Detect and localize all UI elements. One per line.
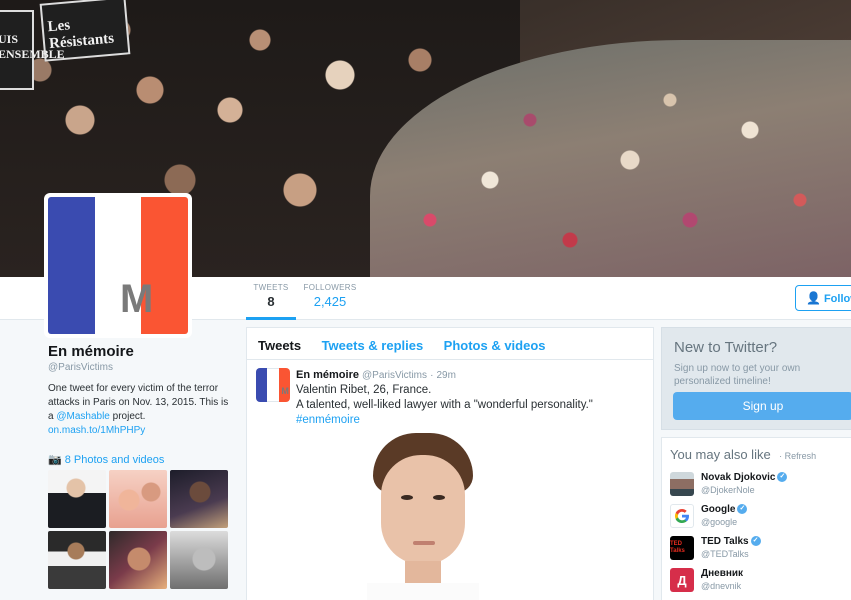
tab-tweets[interactable]: Tweets: [258, 338, 301, 353]
signup-heading: New to Twitter?: [674, 339, 778, 356]
signup-text: Sign up now to get your own personalized…: [674, 363, 801, 387]
tab-photos-videos[interactable]: Photos & videos: [444, 338, 546, 353]
photos-videos-label: 8 Photos and videos: [64, 454, 165, 466]
followers-count-value: 2,425: [313, 294, 347, 309]
ted-logo-icon: TED Talks: [670, 536, 694, 560]
tweet-body: En mémoire @ParisVictims · 29m Valentin …: [296, 368, 653, 428]
refresh-label: Refresh: [784, 451, 817, 461]
tab-tweets-replies[interactable]: Tweets & replies: [322, 338, 424, 353]
profile-name[interactable]: En mémoire: [48, 343, 233, 360]
suggested-account[interactable]: Д Дневник @dnevnik: [670, 568, 851, 592]
refresh-link[interactable]: · Refresh: [779, 451, 816, 461]
photo-thumbnail[interactable]: [48, 470, 106, 528]
account-name: TED Talks: [701, 536, 749, 547]
suggested-account[interactable]: Google ✓ @google: [670, 504, 851, 528]
avatar-letter: M: [120, 277, 154, 321]
account-handle: @TEDTalks: [701, 549, 749, 559]
verified-badge-icon: ✓: [750, 536, 761, 547]
photo-thumbnail[interactable]: [170, 531, 228, 589]
protest-sign-left: UIS ENSEMBLE: [0, 10, 65, 90]
verified-badge-icon: ✓: [777, 472, 788, 483]
profile-card: En mémoire @ParisVictims One tweet for e…: [48, 343, 233, 438]
camera-icon: 📷: [48, 454, 62, 466]
signup-module: New to Twitter? Sign up now to get your …: [661, 327, 851, 430]
tweet-avatar[interactable]: M: [256, 368, 290, 402]
account-name: Дневник: [701, 568, 744, 579]
timeline-tabs: Tweets Tweets & replies Photos & videos: [247, 328, 653, 360]
tweet-text-line1: Valentin Ribet, 26, France.: [296, 384, 432, 396]
dnevnik-logo-icon: Д: [670, 568, 694, 592]
photo-thumbnail[interactable]: [109, 470, 167, 528]
suggestions-module: You may also like · Refresh Novak Djokov…: [661, 437, 851, 600]
photo-thumbnail[interactable]: [109, 531, 167, 589]
tweet-avatar-letter: M: [281, 386, 289, 396]
followers-count-label: FOLLOWERS: [303, 283, 357, 292]
tweet-timestamp[interactable]: 29m: [436, 370, 455, 381]
tweet[interactable]: M En mémoire @ParisVictims · 29m Valenti…: [247, 360, 653, 428]
tweets-count-value: 8: [267, 294, 275, 309]
follow-button-label: Follow: [823, 293, 851, 305]
google-logo-icon: [670, 504, 694, 528]
signup-button[interactable]: Sign up: [673, 392, 851, 420]
follow-button[interactable]: 👤Follow: [795, 285, 851, 311]
tweet-author-handle[interactable]: @ParisVictims: [362, 370, 427, 381]
tweet-author-name[interactable]: En mémoire: [296, 369, 359, 381]
profile-handle[interactable]: @ParisVictims: [48, 362, 233, 373]
suggested-account[interactable]: TED Talks TED Talks ✓ @TEDTalks: [670, 536, 851, 560]
photo-thumbnail[interactable]: [48, 531, 106, 589]
tweets-count-label: TWEETS: [253, 283, 289, 292]
account-handle: @DjokerNole: [701, 485, 755, 495]
tweets-count-tab[interactable]: TWEETS 8: [246, 283, 296, 320]
photo-grid: [48, 470, 230, 589]
bio-url-link[interactable]: on.mash.to/1MhPHPy: [48, 425, 145, 436]
followers-count-tab[interactable]: FOLLOWERS 2,425: [302, 283, 358, 309]
tweet-photo[interactable]: [367, 433, 479, 600]
account-handle: @dnevnik: [701, 581, 742, 591]
tweet-hashtag[interactable]: #enmémoire: [296, 413, 653, 428]
french-flag-logo: M: [48, 197, 188, 334]
suggestions-heading: You may also like: [670, 447, 771, 462]
photos-videos-link[interactable]: 📷 8 Photos and videos: [48, 453, 164, 466]
account-handle: @google: [701, 517, 738, 527]
account-name: Google: [701, 504, 736, 515]
tweet-dot: ·: [430, 370, 434, 381]
profile-avatar[interactable]: M: [44, 193, 192, 338]
bio-mention-link[interactable]: @Mashable: [56, 411, 110, 422]
verified-badge-icon: ✓: [737, 504, 748, 515]
bio-text-end: project.: [112, 411, 146, 422]
profile-bio: One tweet for every victim of the terror…: [48, 382, 233, 438]
photo-thumbnail[interactable]: [170, 470, 228, 528]
suggested-account[interactable]: Novak Djokovic ✓ @DjokerNole: [670, 472, 851, 496]
person-avatar-icon: [670, 472, 694, 496]
follow-person-icon: 👤: [806, 291, 821, 305]
account-name: Novak Djokovic: [701, 472, 776, 483]
tweet-text-line2: A talented, well-liked lawyer with a "wo…: [296, 399, 593, 411]
